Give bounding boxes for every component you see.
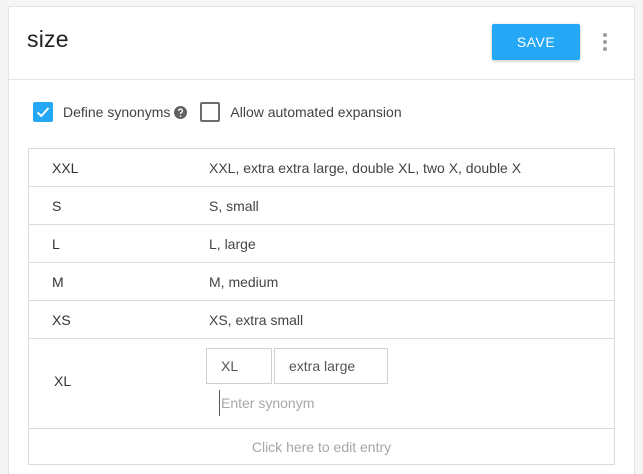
entry-value: XXL <box>52 160 79 176</box>
help-icon[interactable] <box>174 105 188 119</box>
table-row[interactable]: M M, medium <box>29 263 614 301</box>
editing-row: XL XL extra large <box>29 339 614 429</box>
check-icon <box>36 107 50 118</box>
entry-value: M <box>52 274 64 290</box>
allow-expansion-label: Allow automated expansion <box>230 104 402 120</box>
save-button[interactable]: SAVE <box>492 24 580 60</box>
allow-expansion-checkbox[interactable] <box>200 102 221 122</box>
synonym-input[interactable] <box>219 390 419 416</box>
entity-title: size <box>27 26 69 52</box>
table-row[interactable]: XXL XXL, extra extra large, double XL, t… <box>29 149 614 187</box>
entry-synonyms: M, medium <box>209 274 279 290</box>
table-row[interactable]: L L, large <box>29 225 614 263</box>
entity-header: size SAVE <box>9 7 634 80</box>
synonym-chip[interactable]: XL <box>206 348 272 384</box>
edit-entry-link[interactable]: Click here to edit entry <box>29 429 614 464</box>
entry-value: XS <box>52 312 71 328</box>
entry-synonyms: XS, extra small <box>209 312 304 328</box>
synonym-chip[interactable]: extra large <box>274 348 388 384</box>
entry-synonyms: S, small <box>209 198 259 214</box>
entity-card: size SAVE Define synonyms Allow automate… <box>8 6 635 474</box>
more-vert-icon[interactable] <box>599 29 611 55</box>
entry-value: L <box>52 236 60 252</box>
entity-options: Define synonyms Allow automated expansio… <box>33 101 402 123</box>
define-synonyms-checkbox[interactable] <box>33 102 53 122</box>
entry-value: S <box>52 198 62 214</box>
entries-table: XXL XXL, extra extra large, double XL, t… <box>28 148 615 465</box>
editing-entry-value[interactable]: XL <box>54 373 71 389</box>
entry-synonyms: L, large <box>209 236 256 252</box>
define-synonyms-label: Define synonyms <box>63 104 171 120</box>
entry-synonyms: XXL, extra extra large, double XL, two X… <box>209 160 522 176</box>
table-row[interactable]: XS XS, extra small <box>29 301 614 339</box>
table-row[interactable]: S S, small <box>29 187 614 225</box>
